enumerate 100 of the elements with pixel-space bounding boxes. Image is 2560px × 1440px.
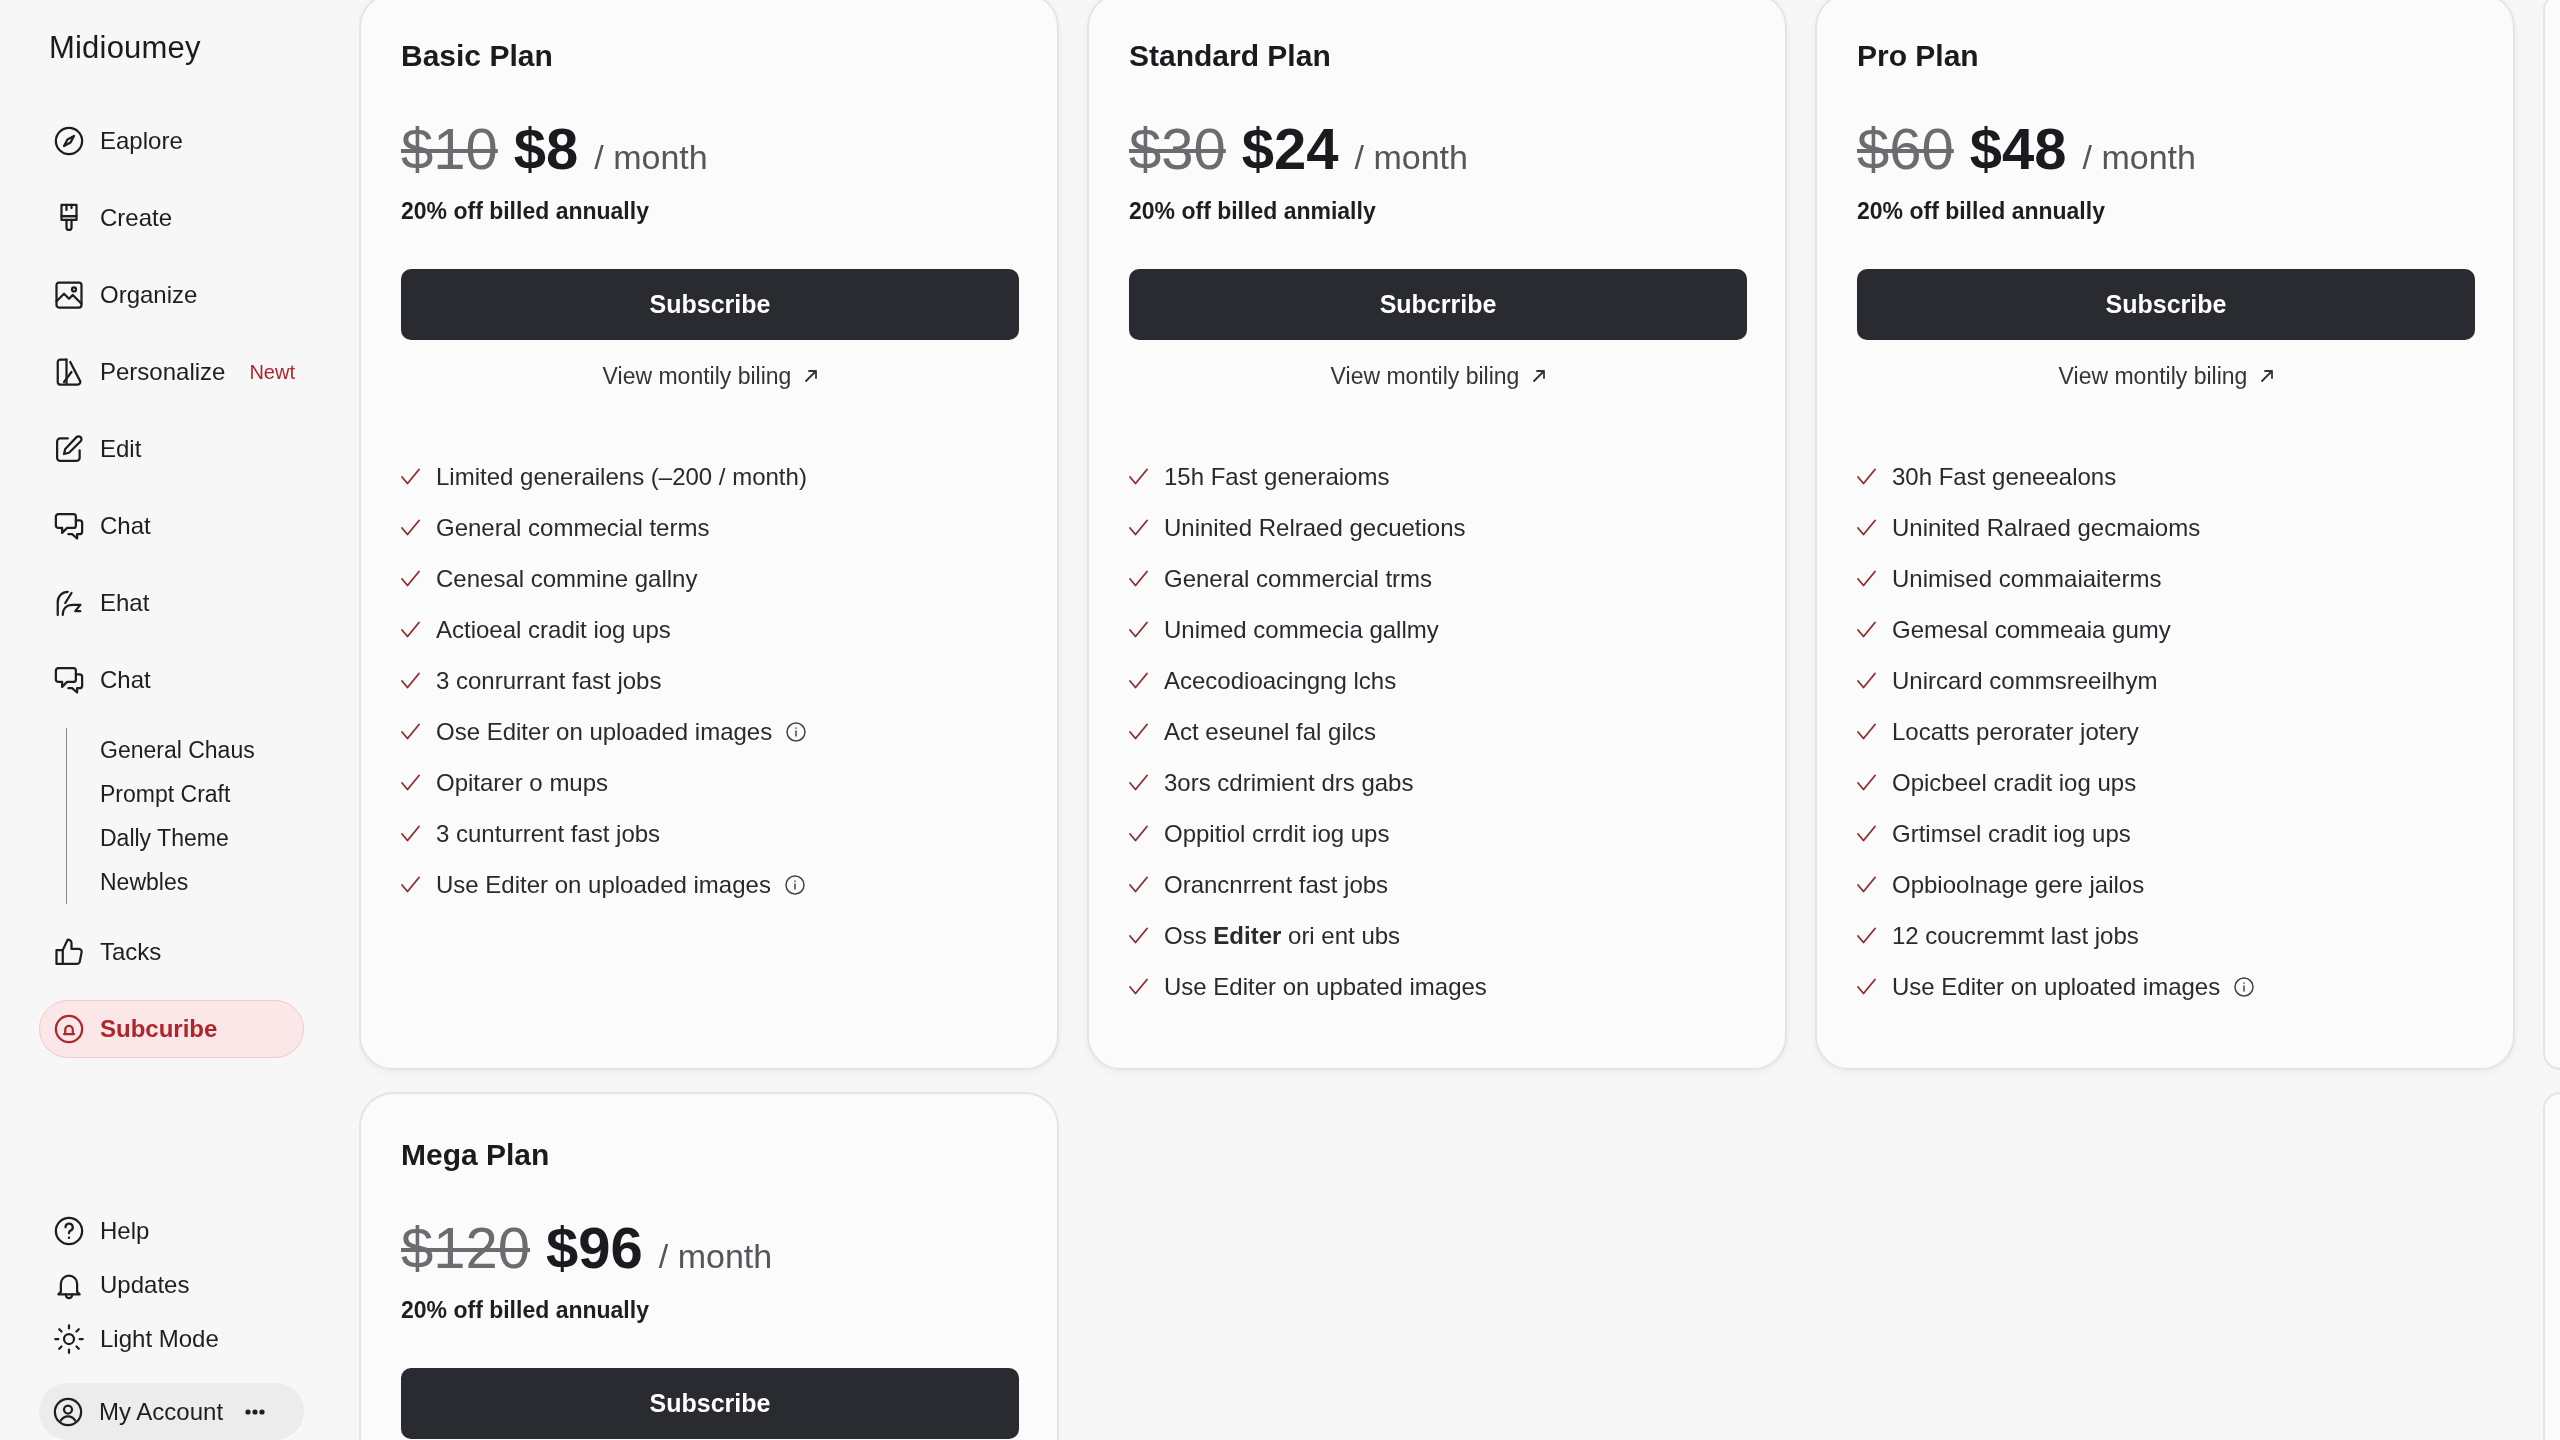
sub-nav-item[interactable]: General Chaus [100,728,261,772]
arrow-icon [2261,370,2274,382]
feature-text: Oppitiol crrdit iog ups [1164,819,1390,848]
price: $96 [546,1214,643,1282]
nav-item[interactable]: Create [39,189,304,247]
sub-nav-item[interactable]: Prompt Craft [100,772,237,816]
check-icon [401,468,420,485]
check-icon [1129,570,1148,587]
thumbs-up-icon [54,937,84,967]
nav-item[interactable]: Subcuribe [39,1000,304,1058]
nav-item[interactable]: Edit [39,420,304,478]
check-icon [1129,876,1148,893]
nav-item[interactable]: Personalize Newt [39,343,304,401]
sun-icon [54,1324,84,1354]
feature-text: 12 coucremmt last jobs [1892,921,2139,950]
plan-title: Basic Plan [401,38,554,74]
price: $8 [513,115,579,183]
check-icon [401,723,420,740]
check-icon [1129,672,1148,689]
nav-item[interactable]: Light Mode [39,1317,304,1361]
arrow-icon [1533,370,1546,382]
feature-text: 3 cunturrent fast jobs [436,819,661,848]
feature-text: Gemesal commeaia gumy [1892,615,2171,644]
check-icon [1129,978,1148,995]
subscribe-button[interactable]: Subscribe [401,1368,1019,1439]
feature-text: Use Editer on uploaded images [436,870,771,899]
plan-title: Mega Plan [401,1137,551,1173]
nav-item[interactable]: Tacks [39,923,304,981]
check-icon [401,621,420,638]
feature-text: Ose Editer on uploaded images [436,717,773,746]
check-icon [401,825,420,842]
feature-text: Opitarer o mups [436,768,609,797]
nav-item[interactable]: Updates [39,1263,304,1307]
price-period: / month [2082,137,2196,178]
nav-item[interactable]: Eaplore [39,112,304,170]
price-period: / month [658,1236,773,1277]
plan-title: Pro Plan [1857,38,1980,74]
plan-title: Standard Plan [1129,38,1332,74]
app-logo: Midioumey [49,30,201,66]
billing-link[interactable]: View montily biling [1330,361,1546,391]
check-icon [1857,621,1876,638]
nav-item[interactable]: Ehat [39,574,304,632]
feature-text: General commecial terms [436,513,710,542]
sub-nav-item[interactable]: Newbles [100,860,195,904]
feature-text: Unircard commsreeilhym [1892,666,2158,695]
discount-text: 20% off billed anmially [1129,197,1376,226]
price-period: / month [1354,137,1468,178]
billing-link[interactable]: View montily biling [2058,361,2274,391]
discount-text: 20% off billed annually [1857,197,2105,226]
nav-item[interactable]: Chat [39,497,304,555]
feature-text: 3 conrurrant fast jobs [436,666,662,695]
subscribe-button[interactable]: Subscribe [1857,269,2475,340]
old-price: $10 [401,115,498,183]
price: $48 [1969,115,2067,183]
more-icon [245,1408,266,1415]
document-pen-icon [54,357,84,387]
feature-text: General commercial trms [1164,564,1433,593]
arrow-icon [805,370,818,382]
compass-icon [54,126,84,156]
discount-text: 20% off billed annually [401,1296,649,1325]
old-price: $30 [1129,115,1226,183]
feature-text: Uninited Relraed gecuetions [1164,513,1466,542]
check-icon [1857,825,1876,842]
feature-text: Acecodioacingng lchs [1164,666,1397,695]
check-icon [1857,468,1876,485]
feature-text: Oss Editer ori ent ubs [1164,921,1401,950]
subscribe-button[interactable]: Subscribe [401,269,1019,340]
subscribe-button[interactable]: Subcrribe [1129,269,1747,340]
feature-text: Unimed commecia gallmy [1164,615,1439,644]
feature-text: Actioeal cradit iog ups [436,615,671,644]
check-icon [1857,723,1876,740]
account-button[interactable]: My Account [39,1383,304,1440]
feature-text: 3ors cdrimient drs gabs [1164,768,1414,797]
feature-text: 15h Fast generaioms [1164,462,1390,491]
check-icon [1857,519,1876,536]
nav-item[interactable]: Help [39,1209,304,1253]
check-icon [401,672,420,689]
check-icon [1857,978,1876,995]
nav-item[interactable]: Chat [39,651,304,709]
check-icon [401,876,420,893]
feature-text: Limited generailens (–200 / month) [436,462,807,491]
check-icon [1857,570,1876,587]
check-icon [1129,468,1148,485]
check-icon [1129,825,1148,842]
check-icon [1857,774,1876,791]
nav-item[interactable]: Organize [39,266,304,324]
check-icon [401,519,420,536]
image-icon [54,280,84,310]
feature-text: Use Editer on upbated images [1164,972,1487,1001]
feature-text: Cenesal commine gallny [436,564,698,593]
squiggle-icon [54,588,84,618]
bell-circle-icon [54,1014,84,1044]
check-icon [1129,774,1148,791]
feature-text: Unimised commaiaiterms [1892,564,2162,593]
billing-link[interactable]: View montily biling [602,361,818,391]
feature-text: 30h Fast geneealons [1892,462,2117,491]
check-icon [401,774,420,791]
sub-nav-item[interactable]: Dally Theme [100,816,235,860]
check-icon [1857,672,1876,689]
old-price: $120 [401,1214,531,1282]
